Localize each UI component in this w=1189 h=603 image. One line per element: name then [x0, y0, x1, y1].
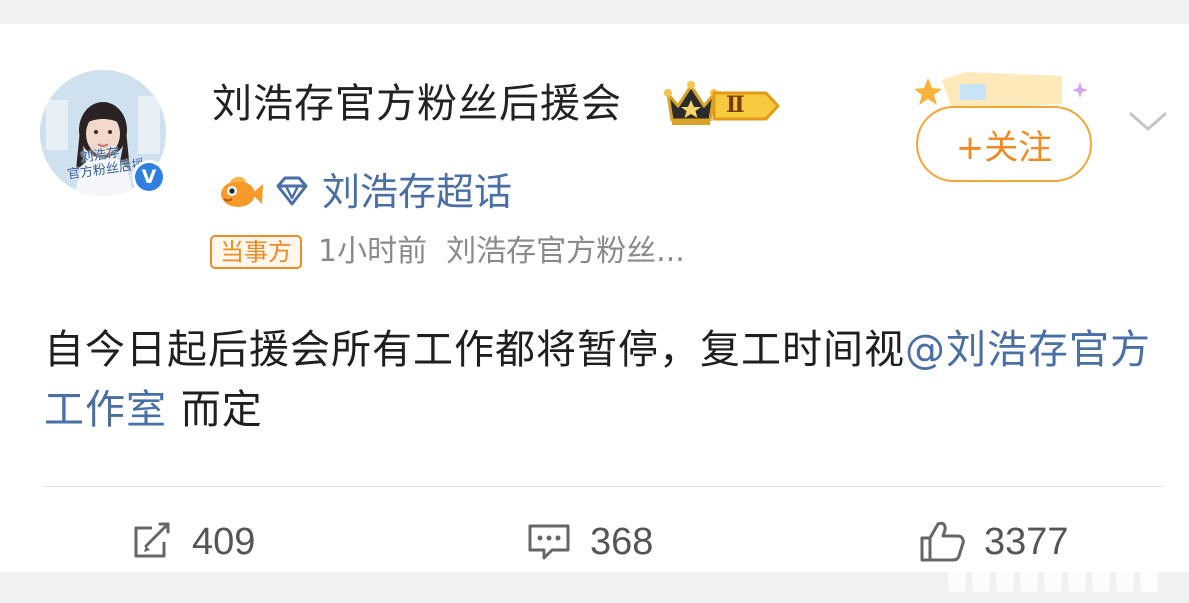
author-name[interactable]: 刘浩存官方粉丝后援会: [212, 76, 622, 132]
fish-icon: [221, 176, 263, 207]
like-button[interactable]: 3377: [918, 514, 1069, 570]
action-bar: 409 368 3377: [0, 514, 1189, 570]
post-content: 自今日起后援会所有工作都将暂停，复工时间视@刘浩存官方工作室 而定: [44, 320, 1154, 440]
level-badge-text: Ⅱ: [726, 92, 745, 118]
like-icon: [920, 521, 965, 562]
weibo-post-card: 刘浩存 官方粉丝后援 V 刘浩存官方粉丝后援会 Ⅱ 刘浩存超话 当事方 1小时前…: [0, 24, 1189, 572]
repost-icon: [134, 522, 170, 558]
verified-badge: V: [132, 160, 166, 194]
super-topic-label[interactable]: 刘浩存超话: [322, 164, 512, 220]
comment-button[interactable]: 368: [526, 514, 653, 570]
content-text: 自今日起后援会所有工作都将暂停，复工时间视: [44, 327, 905, 373]
party-tag: 当事方: [210, 235, 302, 269]
comment-icon: [528, 524, 570, 560]
repost-button[interactable]: 409: [130, 514, 255, 570]
level-badge-icon: Ⅱ: [712, 89, 780, 123]
avatar[interactable]: 刘浩存 官方粉丝后援 V: [40, 70, 166, 196]
watermark-icon: [948, 572, 1158, 592]
comment-count: 368: [590, 520, 654, 563]
verified-icon: V: [135, 163, 163, 191]
content-tail: 而定: [167, 387, 263, 433]
diamond-icon: [276, 176, 308, 206]
post-time-source: 1小时前 刘浩存官方粉丝...: [318, 234, 685, 269]
like-count: 3377: [984, 520, 1069, 563]
chevron-down-icon[interactable]: [1128, 110, 1168, 134]
repost-count: 409: [192, 520, 256, 563]
post-meta: 当事方 1小时前 刘浩存官方粉丝...: [210, 232, 685, 272]
crown-icon: [664, 81, 718, 125]
follow-button[interactable]: +关注: [916, 106, 1092, 182]
divider: [42, 486, 1164, 487]
